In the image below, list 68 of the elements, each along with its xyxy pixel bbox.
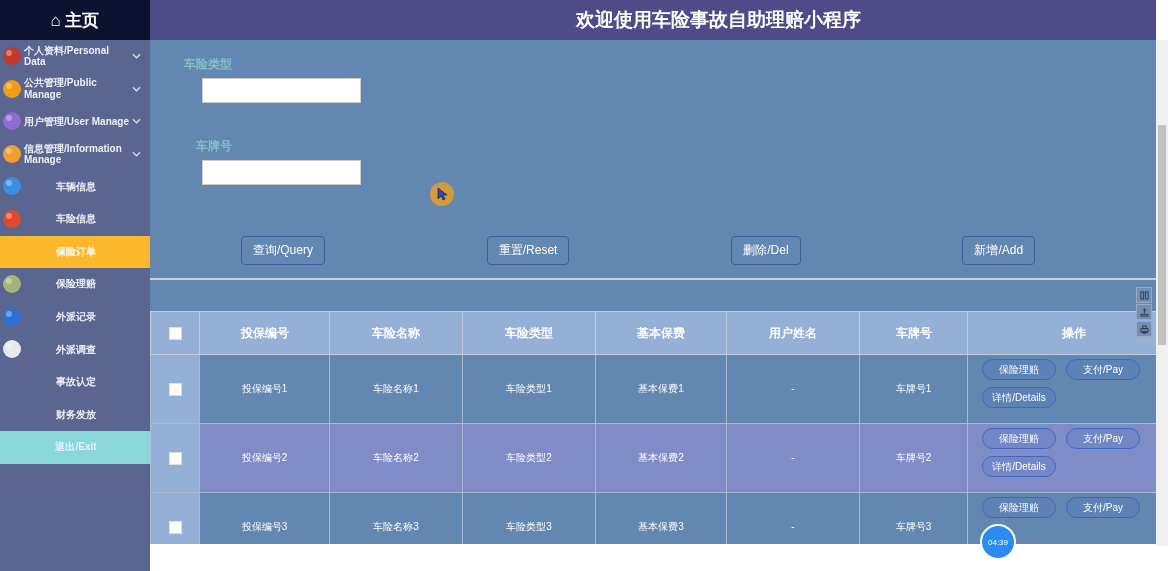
sidebar-item[interactable]: 外派记录 [0,300,150,334]
column-header: 投保编号 [199,311,330,355]
row-action-button[interactable]: 详情/Details [982,387,1056,408]
table-cell: - [726,354,860,424]
row-action-button[interactable]: 详情/Details [982,456,1056,477]
sidebar-item[interactable]: 外派调查 [0,333,150,366]
sidebar-item[interactable]: 个人资料/Personal Data [0,40,150,73]
table-cell: 投保编号3 [199,492,330,544]
action-button[interactable]: 删除/Del [731,236,801,265]
scrollbar[interactable] [1156,40,1168,546]
column-header: 车险名称 [329,311,463,355]
input-field[interactable] [202,78,361,103]
input-field[interactable] [202,160,361,185]
column-header: 基本保费 [595,311,727,355]
table-cell: 投保编号2 [199,423,330,493]
column-header: 车险类型 [462,311,596,355]
table-cell: - [726,423,860,493]
chevron-icon [132,118,141,125]
row-action-button[interactable]: 支付/Pay [1066,359,1140,380]
sidebar-item[interactable]: 车辆信息 [0,170,150,203]
action-button[interactable]: 新增/Add [962,236,1036,265]
sidebar-item[interactable]: 信息管理/Information Manage [0,137,150,171]
column-header: 用户姓名 [726,311,860,355]
row-action-button[interactable]: 保险理赔 [982,497,1056,518]
sidebar-item[interactable]: 用户管理/User Manage [0,105,150,138]
table-cell: 基本保费2 [595,423,727,493]
row-checkbox[interactable] [168,520,182,534]
sidebar-item[interactable]: 车险信息 [0,202,150,236]
row-checkbox[interactable] [168,382,182,396]
timer-badge: 04:39 [980,524,1016,560]
cursor-icon [430,182,454,206]
field-label: 车牌号 [196,138,233,155]
row-checkbox[interactable] [168,451,182,465]
chevron-icon [132,85,141,92]
sidebar-item[interactable]: 事故认定 [0,365,150,399]
column-header: 操作 [967,311,1156,355]
table-cell: 车险名称1 [329,354,463,424]
table-cell: 车牌号3 [859,492,968,544]
table-cell: 车险类型3 [462,492,596,544]
table-cell: - [726,492,860,544]
chevron-icon [132,53,141,60]
chevron-icon [132,151,141,158]
select-all-checkbox[interactable] [168,327,182,341]
home-link[interactable]: ⌂ 主页 [50,8,100,32]
row-action-button[interactable]: 保险理赔 [982,428,1056,449]
table-cell: 车险类型1 [462,354,596,424]
table-cell: 投保编号1 [199,354,330,424]
action-button[interactable]: 查询/Query [240,236,325,265]
column-header: 车牌号 [859,311,968,355]
print-icon[interactable] [1136,321,1152,337]
sidebar-item[interactable]: 保险理赔 [0,268,150,301]
table-cell: 车险名称3 [329,492,463,544]
page-title: 欢迎使用车险事故自助理赔小程序 [575,8,861,32]
sidebar-item[interactable]: 财务发放 [0,398,150,432]
row-action-button[interactable]: 支付/Pay [1066,428,1140,449]
export-icon[interactable] [1136,304,1152,320]
row-action-button[interactable]: 支付/Pay [1066,497,1140,518]
table-cell: 车牌号1 [859,354,968,424]
table-cell: 车险名称2 [329,423,463,493]
action-button[interactable]: 重置/Reset [486,236,570,265]
table-cell: 基本保费1 [595,354,727,424]
columns-icon[interactable] [1136,287,1152,303]
field-label: 车险类型 [184,56,233,73]
row-action-button[interactable]: 保险理赔 [982,359,1056,380]
sidebar-item[interactable]: 公共管理/Public Manage [0,72,150,106]
table-cell: 车险类型2 [462,423,596,493]
table-cell: 基本保费3 [595,492,727,544]
table-cell: 车牌号2 [859,423,968,493]
